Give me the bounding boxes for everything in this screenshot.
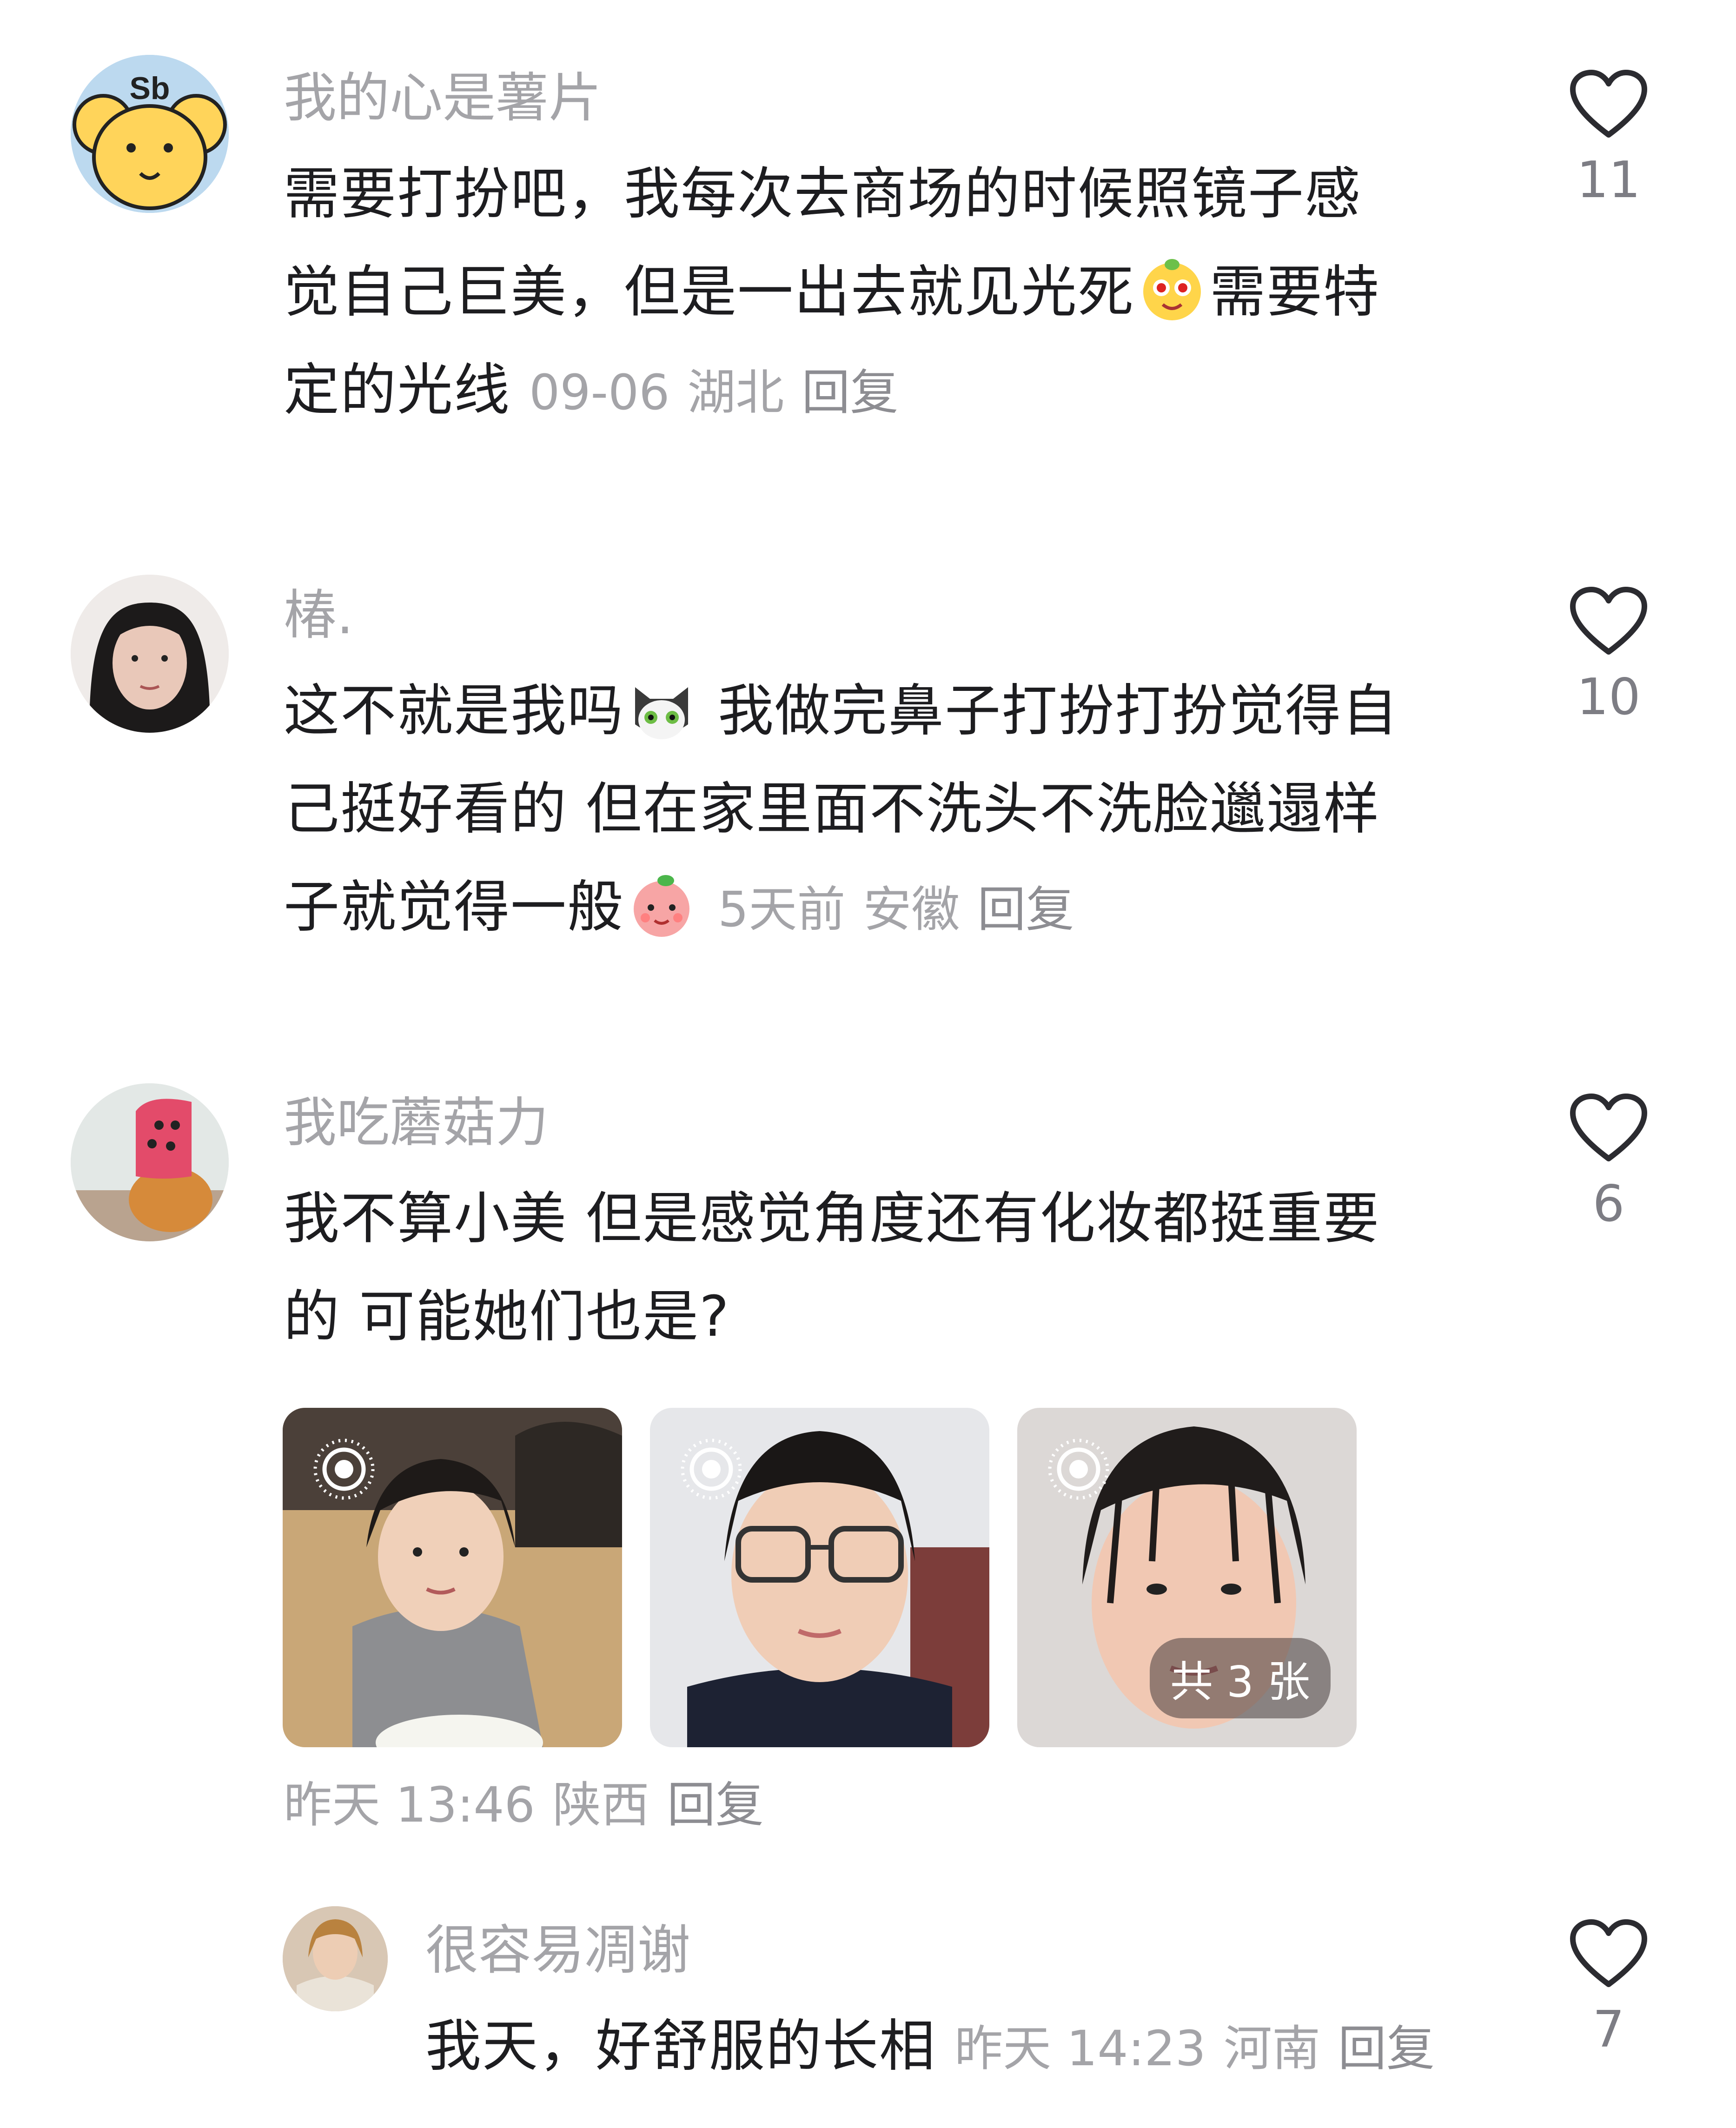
comment-date: 09-06 xyxy=(529,364,670,421)
comment-text: 我天，好舒服的长相 昨天 14:23 河南 回复 xyxy=(425,1997,1452,2098)
comment-line: 我天，好舒服的长相 昨天 14:23 河南 回复 xyxy=(425,1997,1452,2098)
comment-line: 己挺好看的 但在家里面不洗头不洗脸邋遢样 xyxy=(284,777,1380,842)
like-count: 6 xyxy=(1592,1175,1625,1233)
comment-line-part: 我做完鼻子打扮打扮觉得自 xyxy=(699,679,1399,743)
peach-emoji xyxy=(627,869,696,939)
comment-line: 的 可能她们也是? xyxy=(284,1285,730,1349)
cat-emoji xyxy=(627,673,696,743)
comment-line-part: 我天，好舒服的长相 xyxy=(425,2014,936,2079)
heart-outline-icon xyxy=(1570,70,1647,138)
heart-outline-icon xyxy=(1570,1919,1647,1987)
live-photo-icon xyxy=(313,1439,375,1500)
comment-line-part: 觉自己巨美，但是一出去就见光死 xyxy=(284,260,1134,325)
live-photo-icon xyxy=(681,1439,742,1500)
comment-meta: 昨天 13:46 陕西 回复 xyxy=(284,1781,782,1829)
comment-image-1[interactable] xyxy=(283,1408,622,1747)
smiley-emoji xyxy=(1137,254,1207,324)
comment-image-2[interactable] xyxy=(650,1408,989,1747)
like-button[interactable]: 10 xyxy=(1548,587,1669,723)
username[interactable]: 椿. xyxy=(284,589,353,642)
comment-date: 昨天 14:23 xyxy=(954,2020,1206,2077)
comment-location: 安徽 xyxy=(863,881,960,938)
comment-line: 这不就是我吗 我做完鼻子打扮打扮觉得自 xyxy=(284,662,1398,760)
comment-text: 我不算小美 但是感觉角度还有化妆都挺重要 的 可能她们也是? xyxy=(284,1170,1380,1366)
comment-line-part: 子就觉得一般 xyxy=(284,875,624,940)
reply-button[interactable]: 回复 xyxy=(977,881,1074,938)
avatar[interactable] xyxy=(71,1083,229,1241)
comment-line-part: 定的光线 xyxy=(284,358,510,423)
comment-line: 子就觉得一般 5天前 安徽 回复 xyxy=(284,858,1398,959)
comment-location: 陕西 xyxy=(552,1777,649,1833)
comment-date: 昨天 13:46 xyxy=(284,1777,535,1833)
reply-button[interactable]: 回复 xyxy=(802,364,898,421)
avatar[interactable]: Sb xyxy=(71,55,229,213)
comment-line-part: 需要特 xyxy=(1210,260,1380,325)
comment-line: 需要打扮吧，我每次去商场的时候照镜子感 xyxy=(284,162,1361,226)
like-count: 11 xyxy=(1577,151,1641,209)
comment-line: 觉自己巨美，但是一出去就见光死 需要特 xyxy=(284,243,1380,341)
comment-meta: 昨天 14:23 河南 回复 xyxy=(954,2020,1452,2077)
like-button[interactable]: 7 xyxy=(1548,1919,1669,2055)
woman-photo-avatar-icon xyxy=(283,1906,388,2011)
avatar[interactable] xyxy=(71,575,229,733)
comment-meta: 09-06 湖北 回复 xyxy=(529,364,916,421)
svg-text:Sb: Sb xyxy=(130,71,170,106)
comment-line: 定的光线 09-06 湖北 回复 xyxy=(284,341,1380,442)
comment-line-part: 这不就是我吗 xyxy=(284,679,624,743)
username[interactable]: 很容易凋谢 xyxy=(425,1924,690,1977)
like-button[interactable]: 6 xyxy=(1548,1094,1669,1229)
heart-outline-icon xyxy=(1570,1094,1647,1161)
comment-location: 河南 xyxy=(1223,2020,1320,2077)
comment-image-3[interactable]: 共 3 张 xyxy=(1017,1408,1357,1747)
comment-date: 5天前 xyxy=(718,881,846,938)
image-count-badge: 共 3 张 xyxy=(1149,1638,1331,1718)
reply-button[interactable]: 回复 xyxy=(1338,2020,1435,2077)
comment-line: 我不算小美 但是感觉角度还有化妆都挺重要 xyxy=(284,1187,1380,1251)
username[interactable]: 我的心是薯片 xyxy=(284,72,602,125)
comment-meta: 5天前 安徽 回复 xyxy=(718,881,1092,938)
image-gallery: 共 3 张 xyxy=(283,1408,1366,1747)
username[interactable]: 我吃蘑菇力 xyxy=(284,1096,549,1149)
bear-sb-avatar-icon: Sb xyxy=(71,55,229,213)
heart-outline-icon xyxy=(1570,587,1647,655)
avatar[interactable] xyxy=(283,1906,388,2011)
comment-text: 需要打扮吧，我每次去商场的时候照镜子感 觉自己巨美，但是一出去就见光死 需要特 定… xyxy=(284,145,1380,442)
cat-hat-avatar-icon xyxy=(71,1083,229,1241)
like-button[interactable]: 11 xyxy=(1548,70,1669,206)
like-count: 10 xyxy=(1577,668,1641,726)
girl-photo-avatar-icon xyxy=(71,575,229,733)
comment-text: 这不就是我吗 我做完鼻子打扮打扮觉得自 己挺好看的 但在家里面不洗头不洗脸邋遢样… xyxy=(284,662,1398,959)
like-count: 7 xyxy=(1592,2001,1625,2059)
live-photo-icon xyxy=(1048,1439,1109,1500)
reply-button[interactable]: 回复 xyxy=(667,1777,764,1833)
comment-location: 湖北 xyxy=(687,364,784,421)
